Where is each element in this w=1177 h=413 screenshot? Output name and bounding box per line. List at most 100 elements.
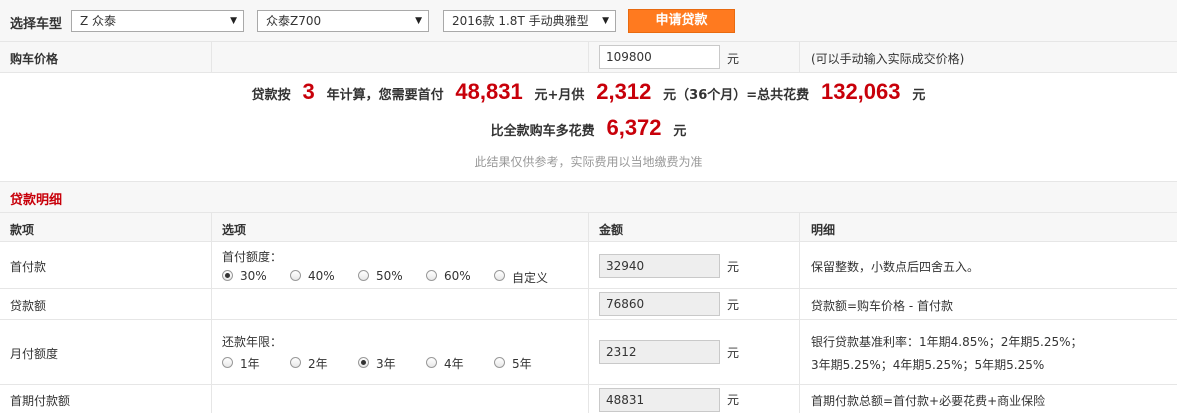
radio-label: 3年 [376,357,396,371]
divider [211,289,212,319]
summary-text: 元+月供 [534,88,585,103]
amount-unit: 元 [727,393,740,407]
table-row-first-payment: 首期付款额 48831 元 首期付款总额=首付款+必要花费+商业保险 [0,385,1177,413]
chevron-down-icon: ▼ [230,16,237,26]
row-detail: 首期付款总额=首付款+必要花费+商业保险 [811,394,1046,408]
section-title: 贷款明细 [10,193,63,208]
summary-line-2: 比全款购车多花费 6,372 元 [0,115,1177,141]
row-name: 首付款 [10,260,47,274]
price-label: 购车价格 [10,52,59,66]
radio-label: 30% [240,269,267,283]
select-model-label: 选择车型 [10,17,63,32]
chevron-down-icon: ▼ [415,16,422,26]
table-row-down-payment: 首付款 首付额度： 30% 40% 50% 60% 自定义 32940 元 保留… [0,242,1177,289]
disclaimer-note: 此结果仅供参考，实际费用以当地缴费为准 [474,155,703,169]
down-ratio-radio-60[interactable] [426,270,437,281]
radio-label: 5年 [512,357,532,371]
summary-text: 元（36个月）=总共花费 [663,88,810,103]
row-name: 月付额度 [10,347,59,361]
down-ratio-radio-custom[interactable] [494,270,505,281]
radio-label: 40% [308,269,335,283]
price-input[interactable]: 109800 [599,45,720,69]
total-cost-value: 132,063 [820,79,901,104]
row-detail: 保留整数，小数点后四舍五入。 [811,260,980,274]
extra-cost-value: 6,372 [606,115,662,140]
divider [211,320,212,384]
down-ratio-label: 首付额度： [222,250,283,264]
radio-label: 60% [444,269,471,283]
monthly-payment-value: 2,312 [596,79,652,104]
summary-text: 贷款按 [251,88,291,103]
row-name: 贷款额 [10,299,47,313]
row-detail-rate-1: 银行贷款基准利率：1年期4.85%；2年期5.25%； [811,335,1083,349]
column-header-item: 款项 [10,223,35,237]
first-payment-field[interactable]: 48831 [599,388,720,412]
radio-label: 1年 [240,357,260,371]
model-select[interactable]: 2016款 1.8T 手动典雅型 ▼ [443,10,616,32]
price-row: 购车价格 109800 元 (可以手动输入实际成交价格) [0,42,1177,73]
amount-unit: 元 [727,298,740,312]
table-row-loan-amount: 贷款额 76860 元 贷款额=购车价格 - 首付款 [0,289,1177,320]
divider [588,242,589,288]
down-ratio-radio-50[interactable] [358,270,369,281]
series-select[interactable]: 众泰Z700 ▼ [257,10,429,32]
loan-amount-field[interactable]: 76860 [599,292,720,316]
summary-text: 元 [673,124,687,139]
radio-label: 4年 [444,357,464,371]
down-payment-value: 48,831 [455,79,523,104]
monthly-payment-field[interactable]: 2312 [599,340,720,364]
loan-term-radio-5[interactable] [494,357,505,368]
loan-years-value: 3 [302,79,315,104]
divider [588,320,589,384]
price-hint: (可以手动输入实际成交价格) [811,52,965,66]
model-select-value: 2016款 1.8T 手动典雅型 [452,14,589,28]
price-unit: 元 [727,52,740,66]
divider [799,213,800,241]
table-row-monthly-payment: 月付额度 还款年限： 1年 2年 3年 4年 5年 2312 元 银行贷款基准利… [0,320,1177,385]
loan-term-radio-2[interactable] [290,357,301,368]
radio-label: 自定义 [512,271,549,285]
brand-select[interactable]: Z 众泰 ▼ [71,10,244,32]
summary-line-1: 贷款按 3 年计算，您需要首付 48,831 元+月供 2,312 元（36个月… [0,79,1177,105]
divider [211,242,212,288]
divider [588,385,589,413]
loan-detail-section-header: 贷款明细 [0,182,1177,213]
amount-unit: 元 [727,346,740,360]
loan-term-radio-1[interactable] [222,357,233,368]
table-header: 款项 选项 金额 明细 [0,213,1177,242]
down-payment-amount-field[interactable]: 32940 [599,254,720,278]
summary-text: 比全款购车多花费 [490,124,595,139]
divider [588,213,589,241]
loan-summary: 贷款按 3 年计算，您需要首付 48,831 元+月供 2,312 元（36个月… [0,73,1177,182]
radio-label: 50% [376,269,403,283]
loan-term-radio-3[interactable] [358,357,369,368]
chevron-down-icon: ▼ [602,16,609,26]
model-selector-row: 选择车型 Z 众泰 ▼ 众泰Z700 ▼ 2016款 1.8T 手动典雅型 ▼ … [0,0,1177,42]
row-detail: 贷款额=购车价格 - 首付款 [811,299,954,313]
divider [799,385,800,413]
column-header-detail: 明细 [811,223,836,237]
radio-label: 2年 [308,357,328,371]
divider [799,42,800,72]
row-name: 首期付款额 [10,394,71,408]
divider [211,42,212,72]
divider [211,213,212,241]
summary-text: 元 [912,88,926,103]
down-ratio-radio-40[interactable] [290,270,301,281]
summary-text: 年计算，您需要首付 [326,88,444,103]
divider [211,385,212,413]
down-ratio-radio-30[interactable] [222,270,233,281]
loan-term-radio-4[interactable] [426,357,437,368]
series-select-value: 众泰Z700 [266,14,322,28]
apply-loan-button[interactable]: 申请贷款 [628,9,735,33]
brand-select-value: Z 众泰 [80,14,117,28]
divider [588,42,589,72]
column-header-amount: 金额 [599,223,624,237]
divider [799,289,800,319]
divider [799,242,800,288]
row-detail-rate-2: 3年期5.25%；4年期5.25%；5年期5.25% [811,358,1045,372]
divider [799,320,800,384]
divider [588,289,589,319]
loan-term-label: 还款年限： [222,335,283,349]
amount-unit: 元 [727,260,740,274]
